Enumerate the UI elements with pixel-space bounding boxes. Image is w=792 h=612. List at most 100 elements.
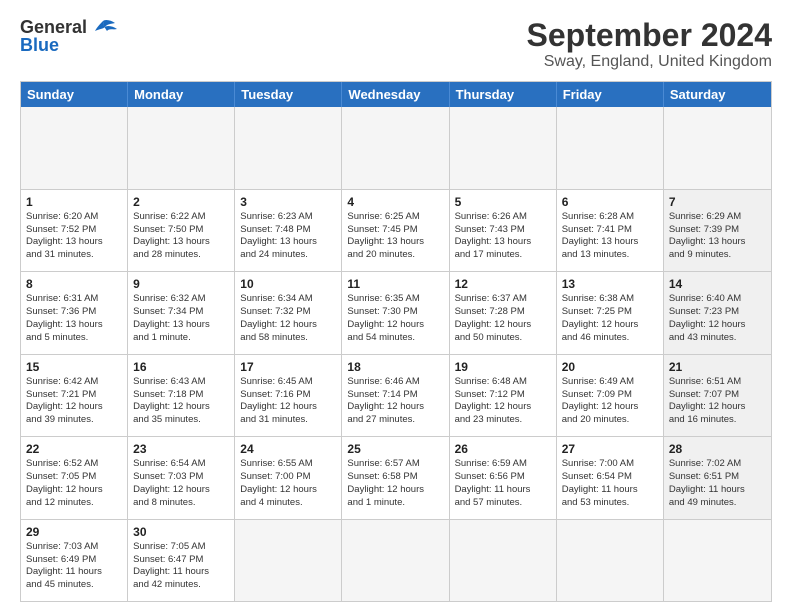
- calendar-cell: 10Sunrise: 6:34 AM Sunset: 7:32 PM Dayli…: [235, 272, 342, 353]
- calendar-cell: 8Sunrise: 6:31 AM Sunset: 7:36 PM Daylig…: [21, 272, 128, 353]
- day-info: Sunrise: 7:03 AM Sunset: 6:49 PM Dayligh…: [26, 541, 102, 590]
- day-number: 30: [133, 524, 229, 540]
- day-number: 18: [347, 359, 443, 375]
- day-info: Sunrise: 6:54 AM Sunset: 7:03 PM Dayligh…: [133, 458, 210, 507]
- day-number: 14: [669, 276, 766, 292]
- day-info: Sunrise: 6:34 AM Sunset: 7:32 PM Dayligh…: [240, 293, 317, 342]
- day-info: Sunrise: 6:31 AM Sunset: 7:36 PM Dayligh…: [26, 293, 103, 342]
- day-info: Sunrise: 6:55 AM Sunset: 7:00 PM Dayligh…: [240, 458, 317, 507]
- day-number: 20: [562, 359, 658, 375]
- day-number: 4: [347, 194, 443, 210]
- calendar-cell: [450, 107, 557, 188]
- day-info: Sunrise: 6:46 AM Sunset: 7:14 PM Dayligh…: [347, 376, 424, 425]
- calendar-header-cell: Wednesday: [342, 82, 449, 107]
- calendar-cell: 28Sunrise: 7:02 AM Sunset: 6:51 PM Dayli…: [664, 437, 771, 518]
- day-number: 6: [562, 194, 658, 210]
- day-info: Sunrise: 6:48 AM Sunset: 7:12 PM Dayligh…: [455, 376, 532, 425]
- page-title: September 2024: [527, 18, 772, 53]
- calendar-cell: 24Sunrise: 6:55 AM Sunset: 7:00 PM Dayli…: [235, 437, 342, 518]
- day-number: 22: [26, 441, 122, 457]
- logo-blue: Blue: [20, 36, 87, 54]
- calendar-cell: 26Sunrise: 6:59 AM Sunset: 6:56 PM Dayli…: [450, 437, 557, 518]
- calendar-cell: 11Sunrise: 6:35 AM Sunset: 7:30 PM Dayli…: [342, 272, 449, 353]
- day-number: 15: [26, 359, 122, 375]
- day-info: Sunrise: 6:38 AM Sunset: 7:25 PM Dayligh…: [562, 293, 639, 342]
- calendar-cell: 5Sunrise: 6:26 AM Sunset: 7:43 PM Daylig…: [450, 190, 557, 271]
- calendar-cell: [664, 520, 771, 601]
- day-info: Sunrise: 6:40 AM Sunset: 7:23 PM Dayligh…: [669, 293, 746, 342]
- calendar-week: 29Sunrise: 7:03 AM Sunset: 6:49 PM Dayli…: [21, 520, 771, 601]
- calendar-cell: 7Sunrise: 6:29 AM Sunset: 7:39 PM Daylig…: [664, 190, 771, 271]
- day-info: Sunrise: 6:32 AM Sunset: 7:34 PM Dayligh…: [133, 293, 210, 342]
- day-info: Sunrise: 6:52 AM Sunset: 7:05 PM Dayligh…: [26, 458, 103, 507]
- calendar-cell: 19Sunrise: 6:48 AM Sunset: 7:12 PM Dayli…: [450, 355, 557, 436]
- calendar-cell: 3Sunrise: 6:23 AM Sunset: 7:48 PM Daylig…: [235, 190, 342, 271]
- day-info: Sunrise: 6:26 AM Sunset: 7:43 PM Dayligh…: [455, 211, 532, 260]
- calendar-cell: 16Sunrise: 6:43 AM Sunset: 7:18 PM Dayli…: [128, 355, 235, 436]
- day-info: Sunrise: 6:57 AM Sunset: 6:58 PM Dayligh…: [347, 458, 424, 507]
- calendar-week: [21, 107, 771, 189]
- calendar-header-cell: Saturday: [664, 82, 771, 107]
- logo-general: General: [20, 18, 87, 36]
- calendar-header-cell: Monday: [128, 82, 235, 107]
- calendar-cell: [235, 520, 342, 601]
- day-number: 19: [455, 359, 551, 375]
- calendar-header: SundayMondayTuesdayWednesdayThursdayFrid…: [21, 82, 771, 107]
- calendar-cell: [342, 107, 449, 188]
- calendar-cell: 14Sunrise: 6:40 AM Sunset: 7:23 PM Dayli…: [664, 272, 771, 353]
- calendar-cell: 18Sunrise: 6:46 AM Sunset: 7:14 PM Dayli…: [342, 355, 449, 436]
- calendar-cell: 17Sunrise: 6:45 AM Sunset: 7:16 PM Dayli…: [235, 355, 342, 436]
- calendar-cell: 4Sunrise: 6:25 AM Sunset: 7:45 PM Daylig…: [342, 190, 449, 271]
- calendar-cell: 25Sunrise: 6:57 AM Sunset: 6:58 PM Dayli…: [342, 437, 449, 518]
- day-info: Sunrise: 6:42 AM Sunset: 7:21 PM Dayligh…: [26, 376, 103, 425]
- day-number: 3: [240, 194, 336, 210]
- logo-bird-icon: [89, 19, 117, 46]
- page: General Blue September 2024 Sway, Englan…: [0, 0, 792, 612]
- header: General Blue September 2024 Sway, Englan…: [20, 18, 772, 71]
- calendar-header-cell: Friday: [557, 82, 664, 107]
- calendar-cell: 1Sunrise: 6:20 AM Sunset: 7:52 PM Daylig…: [21, 190, 128, 271]
- calendar-cell: 20Sunrise: 6:49 AM Sunset: 7:09 PM Dayli…: [557, 355, 664, 436]
- calendar-header-cell: Sunday: [21, 82, 128, 107]
- day-info: Sunrise: 6:35 AM Sunset: 7:30 PM Dayligh…: [347, 293, 424, 342]
- day-info: Sunrise: 6:22 AM Sunset: 7:50 PM Dayligh…: [133, 211, 210, 260]
- calendar-cell: [557, 107, 664, 188]
- calendar-cell: 6Sunrise: 6:28 AM Sunset: 7:41 PM Daylig…: [557, 190, 664, 271]
- title-block: September 2024 Sway, England, United Kin…: [527, 18, 772, 71]
- day-info: Sunrise: 6:28 AM Sunset: 7:41 PM Dayligh…: [562, 211, 639, 260]
- day-info: Sunrise: 7:05 AM Sunset: 6:47 PM Dayligh…: [133, 541, 209, 590]
- day-number: 21: [669, 359, 766, 375]
- calendar-cell: 29Sunrise: 7:03 AM Sunset: 6:49 PM Dayli…: [21, 520, 128, 601]
- calendar-cell: 30Sunrise: 7:05 AM Sunset: 6:47 PM Dayli…: [128, 520, 235, 601]
- day-info: Sunrise: 6:51 AM Sunset: 7:07 PM Dayligh…: [669, 376, 746, 425]
- calendar-cell: 13Sunrise: 6:38 AM Sunset: 7:25 PM Dayli…: [557, 272, 664, 353]
- day-info: Sunrise: 7:02 AM Sunset: 6:51 PM Dayligh…: [669, 458, 745, 507]
- calendar-cell: 2Sunrise: 6:22 AM Sunset: 7:50 PM Daylig…: [128, 190, 235, 271]
- day-number: 9: [133, 276, 229, 292]
- calendar: SundayMondayTuesdayWednesdayThursdayFrid…: [20, 81, 772, 602]
- day-number: 23: [133, 441, 229, 457]
- calendar-cell: 21Sunrise: 6:51 AM Sunset: 7:07 PM Dayli…: [664, 355, 771, 436]
- calendar-body: 1Sunrise: 6:20 AM Sunset: 7:52 PM Daylig…: [21, 107, 771, 601]
- calendar-cell: 9Sunrise: 6:32 AM Sunset: 7:34 PM Daylig…: [128, 272, 235, 353]
- day-number: 29: [26, 524, 122, 540]
- day-info: Sunrise: 6:25 AM Sunset: 7:45 PM Dayligh…: [347, 211, 424, 260]
- calendar-week: 8Sunrise: 6:31 AM Sunset: 7:36 PM Daylig…: [21, 272, 771, 354]
- calendar-header-cell: Tuesday: [235, 82, 342, 107]
- day-number: 28: [669, 441, 766, 457]
- calendar-cell: [128, 107, 235, 188]
- day-number: 25: [347, 441, 443, 457]
- calendar-cell: [21, 107, 128, 188]
- day-info: Sunrise: 6:43 AM Sunset: 7:18 PM Dayligh…: [133, 376, 210, 425]
- day-number: 11: [347, 276, 443, 292]
- day-number: 2: [133, 194, 229, 210]
- calendar-header-cell: Thursday: [450, 82, 557, 107]
- calendar-cell: 23Sunrise: 6:54 AM Sunset: 7:03 PM Dayli…: [128, 437, 235, 518]
- calendar-cell: 15Sunrise: 6:42 AM Sunset: 7:21 PM Dayli…: [21, 355, 128, 436]
- calendar-cell: 27Sunrise: 7:00 AM Sunset: 6:54 PM Dayli…: [557, 437, 664, 518]
- day-info: Sunrise: 6:59 AM Sunset: 6:56 PM Dayligh…: [455, 458, 531, 507]
- day-info: Sunrise: 6:49 AM Sunset: 7:09 PM Dayligh…: [562, 376, 639, 425]
- calendar-week: 1Sunrise: 6:20 AM Sunset: 7:52 PM Daylig…: [21, 190, 771, 272]
- day-number: 1: [26, 194, 122, 210]
- day-number: 26: [455, 441, 551, 457]
